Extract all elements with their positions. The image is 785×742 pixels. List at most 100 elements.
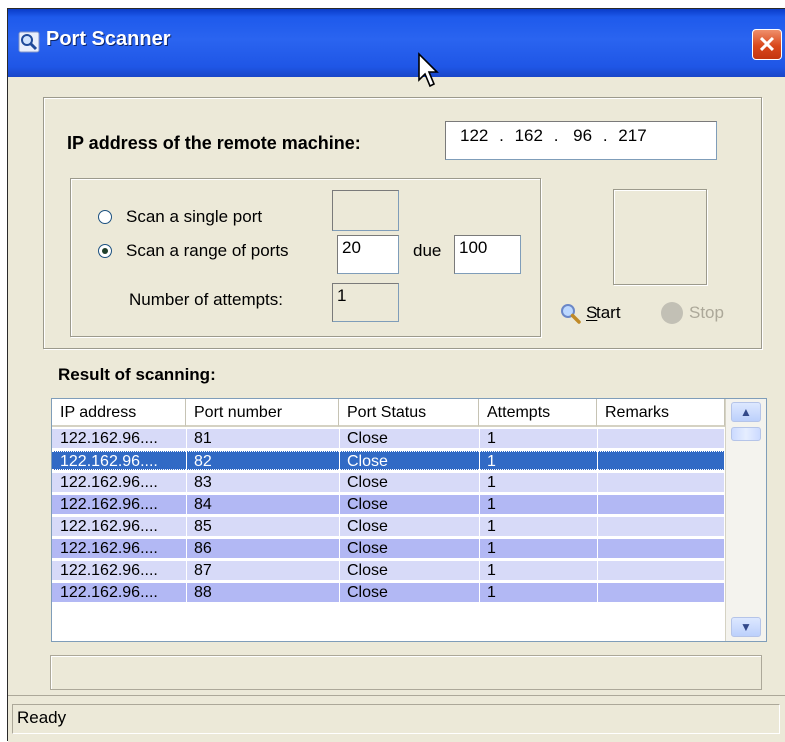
table-cell-status: Close [347,584,388,601]
table-cell-status: Close [347,496,388,513]
table-row[interactable]: 122.162.96.... 87 Close 1 [52,561,724,580]
column-divider [479,539,480,558]
column-divider [597,451,598,470]
status-bar: Ready [12,704,780,734]
column-header-remarks[interactable]: Remarks [597,399,725,427]
column-divider [479,473,480,492]
table-cell-status: Close [347,540,388,557]
column-divider [186,539,187,558]
table-cell-port: 83 [194,474,212,491]
scroll-down-button[interactable]: ▼ [731,617,761,637]
column-divider [186,495,187,514]
client-area: IP address of the remote machine: 122 . … [8,77,785,742]
table-cell-port: 82 [186,451,339,470]
column-divider [339,561,340,580]
table-cell-ip: 122.162.96.... [60,540,158,557]
ip-address-label: IP address of the remote machine: [67,133,361,153]
range-ports-label[interactable]: Scan a range of ports [126,241,289,261]
column-divider [479,429,480,448]
table-cell-status: Close [347,430,388,447]
table-row[interactable]: 122.162.96.... 84 Close 1 [52,495,724,514]
column-divider [339,429,340,448]
table-cell-remarks [597,517,724,536]
table-cell-attempts: 1 [487,540,496,557]
close-icon: ✕ [757,32,777,57]
column-divider [186,517,187,536]
column-header-port[interactable]: Port number [186,399,339,427]
column-divider [339,451,340,470]
column-header-attempts[interactable]: Attempts [479,399,597,427]
single-port-radio[interactable] [98,210,112,224]
table-cell-port: 81 [194,430,212,447]
table-row[interactable]: 122.162.96.... 86 Close 1 [52,539,724,558]
table-cell-remarks [597,495,724,514]
column-divider [597,495,598,514]
table-cell-status: Close [347,474,388,491]
title-bar[interactable]: Port Scanner ✕ [8,9,785,77]
column-divider [186,473,187,492]
table-cell-port: 84 [194,496,212,513]
column-divider [597,583,598,602]
ip-octet-1: 122 [460,126,489,145]
column-divider [186,583,187,602]
table-cell-ip: 122.162.96.... [60,430,158,447]
column-divider [186,451,187,470]
table-row[interactable]: 122.162.96.... 81 Close 1 [52,429,724,448]
table-cell-ip: 122.162.96.... [52,451,186,470]
port-scanner-window: Port Scanner ✕ IP address of the remote … [7,8,785,742]
table-cell-port: 87 [194,562,212,579]
table-cell-attempts: 1 [487,562,496,579]
range-to-field[interactable]: 100 [454,235,521,274]
column-divider [479,451,480,470]
column-header-ip[interactable]: IP address [52,399,186,427]
column-divider [597,517,598,536]
single-port-field[interactable] [332,190,399,231]
column-divider [479,495,480,514]
results-list[interactable]: IP address Port number Port Status Attem… [51,398,767,642]
progress-bar [50,655,762,690]
range-from-field[interactable]: 20 [337,235,399,274]
ip-dot: . [499,126,504,145]
table-cell-ip: 122.162.96.... [60,474,158,491]
stop-label: Stop [689,303,724,322]
table-cell-remarks [597,561,724,580]
table-cell-attempts: 1 [487,518,496,535]
chevron-down-icon: ▼ [740,620,752,634]
table-cell-attempts: 1 [479,451,597,470]
column-divider [339,583,340,602]
results-heading: Result of scanning: [58,365,216,384]
column-divider [597,539,598,558]
table-cell-attempts: 1 [487,474,496,491]
column-divider [339,473,340,492]
scroll-thumb[interactable] [731,427,761,441]
table-row[interactable]: 122.162.96.... 82 Close 1 [52,451,724,470]
cursor-icon [417,52,441,90]
table-row[interactable]: 122.162.96.... 88 Close 1 [52,583,724,602]
table-cell-ip: 122.162.96.... [60,562,158,579]
scroll-up-button[interactable]: ▲ [731,402,761,422]
attempts-field[interactable]: 1 [332,283,399,322]
ip-octet-3: 96 [573,126,593,145]
status-divider [8,695,785,696]
ip-dot: . [553,126,559,145]
chevron-up-icon: ▲ [740,405,752,419]
ip-octet-2: 162 [514,126,543,145]
table-cell-port: 86 [194,540,212,557]
table-row[interactable]: 122.162.96.... 85 Close 1 [52,517,724,536]
column-header-status[interactable]: Port Status [339,399,479,427]
table-row[interactable]: 122.162.96.... 83 Close 1 [52,473,724,492]
vertical-scrollbar[interactable]: ▲ ▼ [725,399,766,641]
table-cell-remarks [597,473,724,492]
range-ports-radio[interactable] [98,244,112,258]
close-button[interactable]: ✕ [752,29,782,60]
column-divider [597,473,598,492]
table-cell-attempts: 1 [487,496,496,513]
table-cell-status: Close [347,562,388,579]
ip-address-field[interactable]: 122 . 162 . 96 . 217 [445,121,717,160]
column-divider [479,583,480,602]
table-cell-status: Close [339,451,479,470]
column-divider [186,561,187,580]
single-port-label[interactable]: Scan a single port [126,207,262,227]
magnifier-icon [559,302,581,324]
column-divider [339,495,340,514]
